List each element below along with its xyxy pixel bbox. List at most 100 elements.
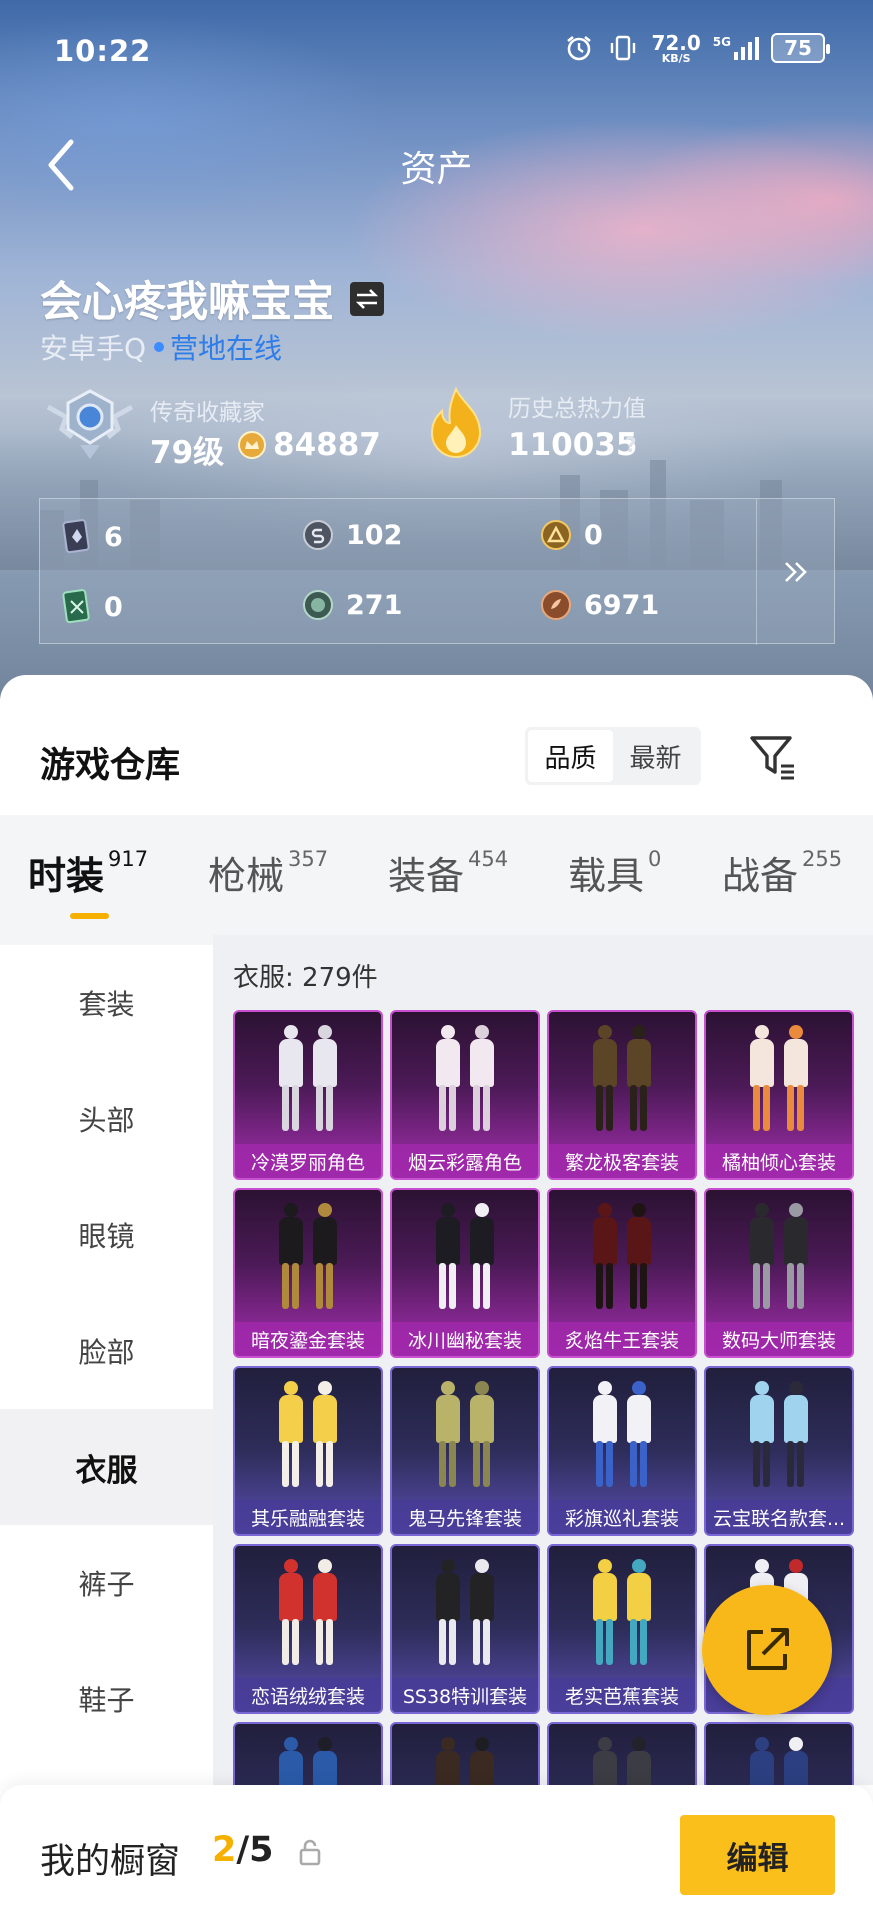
outfit-preview-image xyxy=(392,1546,538,1682)
tab-equipment[interactable]: 装备 454 xyxy=(388,845,508,900)
outfit-preview-image xyxy=(392,1190,538,1326)
side-item-glasses[interactable]: 眼镜 xyxy=(0,1177,213,1293)
category-tabs: 时装 917 枪械 357 装备 454 载具 0 战备 255 xyxy=(0,815,873,945)
item-card[interactable]: 烟云彩露角色 xyxy=(390,1010,540,1180)
item-card[interactable] xyxy=(233,1722,383,1785)
rank-block[interactable]: 传奇收藏家 79级 84887 xyxy=(42,385,381,471)
battery-indicator: 75 xyxy=(771,33,830,63)
username: 会心疼我嘛宝宝 xyxy=(40,277,335,326)
vibrate-icon xyxy=(607,32,639,64)
item-name: 云宝联名款套... xyxy=(706,1500,852,1534)
side-item-pants[interactable]: 裤子 xyxy=(0,1525,213,1641)
help-icon[interactable]: ? xyxy=(625,433,637,457)
outfit-preview-image xyxy=(235,1724,381,1785)
item-name: 老实芭蕉套装 xyxy=(549,1678,695,1712)
item-card[interactable]: 彩旗巡礼套装 xyxy=(547,1366,697,1536)
double-chevron-right-icon xyxy=(784,562,807,582)
outfit-preview-image xyxy=(706,1012,852,1148)
tab-vehicles[interactable]: 载具 0 xyxy=(568,845,661,900)
item-name: 彩旗巡礼套装 xyxy=(549,1500,695,1534)
item-card[interactable]: SS38特训套装 xyxy=(390,1544,540,1714)
item-card[interactable] xyxy=(390,1722,540,1785)
filter-icon xyxy=(750,736,794,780)
filter-button[interactable] xyxy=(745,729,801,785)
side-item-shoes[interactable]: 鞋子 xyxy=(0,1641,213,1757)
outfit-preview-image xyxy=(392,1012,538,1148)
rank-level: 79级 xyxy=(150,435,225,471)
stat-item: 102 xyxy=(302,519,402,551)
item-name: 其乐融融套装 xyxy=(235,1500,381,1534)
side-item-suit[interactable]: 套装 xyxy=(0,945,213,1061)
side-item-head[interactable]: 头部 xyxy=(0,1061,213,1177)
item-name: 烟云彩露角色 xyxy=(392,1144,538,1178)
showcase-label: 我的橱窗 xyxy=(40,1842,181,1882)
warehouse-title: 游戏仓库 xyxy=(40,746,181,786)
item-card[interactable]: 云宝联名款套... xyxy=(704,1366,854,1536)
currency-stats-panel: 6 102 0 0 271 6971 xyxy=(39,498,835,645)
item-card[interactable] xyxy=(704,1722,854,1785)
sort-option-quality[interactable]: 品质 xyxy=(528,730,613,782)
outfit-preview-image xyxy=(235,1368,381,1504)
outfit-preview-image xyxy=(549,1368,695,1504)
tab-guns[interactable]: 枪械 357 xyxy=(208,845,328,900)
platform-label: 安卓手Q xyxy=(40,332,147,365)
tab-gear[interactable]: 战备 255 xyxy=(722,845,842,900)
side-item-clothes[interactable]: 衣服 xyxy=(0,1409,213,1525)
outfit-preview-image xyxy=(235,1190,381,1326)
stat-item: 6 xyxy=(62,519,123,555)
rank-title: 传奇收藏家 xyxy=(150,400,265,426)
item-card[interactable] xyxy=(547,1722,697,1785)
item-name: 橘柚倾心套装 xyxy=(706,1144,852,1178)
outfit-preview-image xyxy=(549,1012,695,1148)
lock-icon[interactable] xyxy=(298,1837,322,1867)
outfit-preview-image xyxy=(549,1724,695,1785)
item-card[interactable]: 鬼马先锋套装 xyxy=(390,1366,540,1536)
item-name: 冰川幽秘套装 xyxy=(392,1322,538,1356)
green-coin-icon xyxy=(303,590,333,620)
item-card[interactable]: 橘柚倾心套装 xyxy=(704,1010,854,1180)
stat-item: 271 xyxy=(302,589,402,621)
side-item-face[interactable]: 脸部 xyxy=(0,1293,213,1409)
item-card[interactable]: 数码大师套装 xyxy=(704,1188,854,1358)
item-card[interactable]: 其乐融融套装 xyxy=(233,1366,383,1536)
outfit-preview-image xyxy=(392,1368,538,1504)
green-card-icon xyxy=(62,589,90,624)
item-card[interactable]: 冷漠罗丽角色 xyxy=(233,1010,383,1180)
switch-account-button[interactable] xyxy=(350,281,385,316)
outfit-preview-image xyxy=(549,1546,695,1682)
outfit-preview-image xyxy=(392,1724,538,1785)
sort-option-latest[interactable]: 最新 xyxy=(613,730,698,782)
item-name: 数码大师套装 xyxy=(706,1322,852,1356)
item-name: 冷漠罗丽角色 xyxy=(235,1144,381,1178)
tab-fashion[interactable]: 时装 917 xyxy=(28,845,148,900)
item-card[interactable]: 老实芭蕉套装 xyxy=(547,1544,697,1714)
outfit-preview-image xyxy=(549,1190,695,1326)
item-card[interactable]: 暗夜鎏金套装 xyxy=(233,1188,383,1358)
account-subinfo: 安卓手Q 营地在线 xyxy=(40,327,282,367)
outfit-preview-image xyxy=(706,1190,852,1326)
username-row: 会心疼我嘛宝宝 xyxy=(40,268,385,329)
heat-block: 历史总热力值 110035 ? xyxy=(420,385,646,469)
alarm-icon xyxy=(563,32,595,64)
status-time: 10:22 xyxy=(54,34,152,68)
item-card[interactable]: 炙焰牛王套装 xyxy=(547,1188,697,1358)
stats-more-button[interactable] xyxy=(756,499,834,645)
edit-button[interactable]: 编辑 xyxy=(680,1815,835,1895)
item-card[interactable]: 繁龙极客套装 xyxy=(547,1010,697,1180)
share-button[interactable] xyxy=(702,1585,832,1715)
status-icons: 72.0 KB/S 5G 75 xyxy=(563,32,830,64)
silver-coin-icon xyxy=(303,520,333,550)
card-icon xyxy=(62,519,90,554)
active-tab-indicator xyxy=(70,913,109,919)
page-title: 资产 xyxy=(400,149,473,190)
grid-heading: 衣服: 279件 xyxy=(233,963,378,993)
item-card[interactable]: 冰川幽秘套装 xyxy=(390,1188,540,1358)
swap-icon xyxy=(355,288,379,309)
outfit-preview-image xyxy=(235,1012,381,1148)
gold-badge-icon xyxy=(541,520,571,550)
stat-item: 6971 xyxy=(540,589,659,621)
outfit-preview-image xyxy=(706,1368,852,1504)
item-name: 恋语绒绒套装 xyxy=(235,1678,381,1712)
item-card[interactable]: 恋语绒绒套装 xyxy=(233,1544,383,1714)
online-status: 营地在线 xyxy=(170,332,283,365)
